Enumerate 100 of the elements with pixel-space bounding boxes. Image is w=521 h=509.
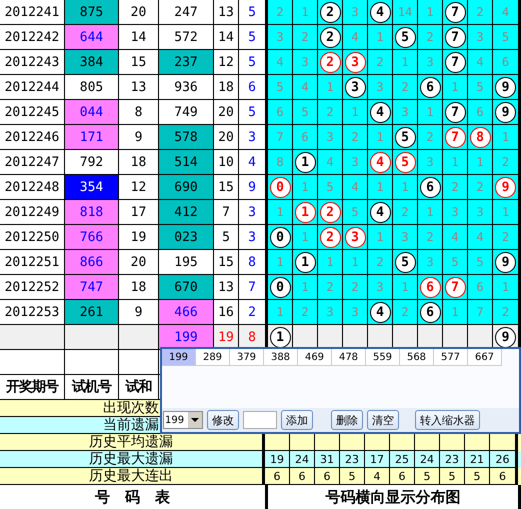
miss-count: 2	[426, 230, 434, 244]
miss-count: 3	[376, 80, 384, 94]
miss-count: 1	[401, 280, 409, 294]
miss-count: 1	[301, 230, 309, 244]
miss-count: 1	[301, 280, 309, 294]
table-cell: 14	[214, 25, 239, 50]
miss-count: 1	[351, 105, 359, 119]
miss-count: 1	[502, 130, 510, 144]
miss-count: 3	[451, 205, 459, 219]
number-list-item[interactable]: 568	[400, 349, 434, 366]
number-ball: 6	[420, 76, 440, 98]
number-list-item[interactable]: 478	[332, 349, 366, 366]
number-ball: 1	[294, 202, 316, 222]
clear-button[interactable]: 清空	[367, 410, 399, 430]
number-list-item[interactable]: 667	[468, 349, 502, 366]
statistic-label: 历史最大遗漏	[89, 451, 173, 467]
number-ball: 0	[270, 276, 290, 298]
number-ball: 9	[495, 76, 516, 98]
miss-count: 2	[351, 280, 359, 294]
number-list-item[interactable]: 379	[230, 349, 264, 366]
miss-count: 5	[476, 255, 484, 269]
table-cell: 13	[214, 0, 239, 25]
miss-count: 4	[502, 5, 510, 19]
miss-count: 2	[276, 5, 284, 19]
miss-count: 2	[326, 105, 334, 119]
number-ball: 6	[420, 176, 440, 198]
number-ball: 3	[344, 76, 366, 98]
miss-count: 1	[426, 5, 434, 19]
miss-count: 1	[451, 155, 459, 169]
table-cell: 5	[239, 100, 265, 125]
number-list-item[interactable]: 469	[298, 349, 332, 366]
transfer-button[interactable]: 转入缩水器	[415, 410, 480, 430]
number-list-item[interactable]: 388	[264, 349, 298, 366]
statistic-value: 24	[295, 452, 309, 466]
miss-count: 1	[326, 255, 334, 269]
trial-number-cell: 261	[65, 300, 119, 325]
miss-count: 3	[351, 305, 359, 319]
table-cell: 514	[159, 150, 214, 175]
miss-count: 3	[426, 155, 434, 169]
table-title: 号 码 表	[95, 488, 170, 506]
table-cell: 13	[214, 275, 239, 300]
number-list-item[interactable]: 199	[162, 349, 196, 366]
miss-count: 1	[502, 205, 510, 219]
number-ball: 2	[320, 26, 340, 48]
statistic-label: 历史平均遗漏	[89, 434, 173, 450]
table-cell: 8	[239, 250, 265, 275]
number-ball: 5	[394, 152, 416, 172]
miss-count: 2	[301, 30, 309, 44]
chart-title: 号码横向显示分布图	[326, 488, 460, 506]
miss-count: 1	[476, 155, 484, 169]
number-ball: 1	[270, 326, 290, 348]
miss-count: 3	[301, 55, 309, 69]
miss-count: 1	[451, 80, 459, 94]
statistic-value: 31	[320, 452, 334, 466]
miss-count: 6	[476, 105, 484, 119]
statistic-value: 19	[270, 452, 284, 466]
number-dropdown[interactable]: 199	[163, 411, 203, 429]
statistic-value: 6	[398, 470, 406, 482]
number-ball: 7	[444, 102, 466, 122]
miss-count: 6	[476, 280, 484, 294]
add-button[interactable]: 添加	[281, 410, 313, 430]
miss-count: 3	[351, 5, 359, 19]
edit-button[interactable]: 修改	[207, 410, 239, 430]
statistic-value: 5	[448, 470, 456, 482]
miss-count: 1	[426, 105, 434, 119]
table-cell: 466	[159, 300, 214, 325]
table-cell: 412	[159, 200, 214, 225]
input-field[interactable]	[243, 411, 277, 429]
miss-count: 3	[476, 205, 484, 219]
statistic-value: 5	[424, 470, 430, 482]
number-list-item[interactable]: 289	[196, 349, 230, 366]
miss-count: 3	[401, 230, 409, 244]
number-list-item[interactable]: 577	[434, 349, 468, 366]
miss-count: 1	[326, 80, 334, 94]
number-ball: 7	[444, 52, 466, 72]
number-ball: 9	[495, 326, 516, 348]
number-ball: 1	[294, 152, 316, 172]
empty-cell	[0, 350, 65, 375]
number-ball: 4	[370, 102, 390, 122]
table-cell: 7	[239, 275, 265, 300]
miss-count: 3	[426, 55, 434, 69]
miss-count: 5	[351, 205, 359, 219]
number-list-item[interactable]: 559	[366, 349, 400, 366]
number-ball: 9	[495, 102, 516, 122]
number-ball: 7	[444, 2, 466, 22]
miss-count: 1	[502, 280, 510, 294]
number-ball: 7	[444, 26, 466, 48]
table-cell: 936	[159, 75, 214, 100]
miss-count: 4	[351, 180, 359, 194]
number-ball: 2	[320, 2, 340, 22]
statistic-value: 26	[496, 452, 510, 466]
trial-number-cell: 354	[65, 175, 119, 200]
miss-count: 1	[376, 130, 384, 144]
statistic-value: 23	[445, 452, 459, 466]
table-cell: 572	[159, 25, 214, 50]
table-cell: 12	[214, 50, 239, 75]
miss-count: 3	[476, 30, 484, 44]
delete-button[interactable]: 删除	[331, 410, 363, 430]
miss-count: 2	[401, 305, 409, 319]
statistic-value: 23	[345, 452, 359, 466]
